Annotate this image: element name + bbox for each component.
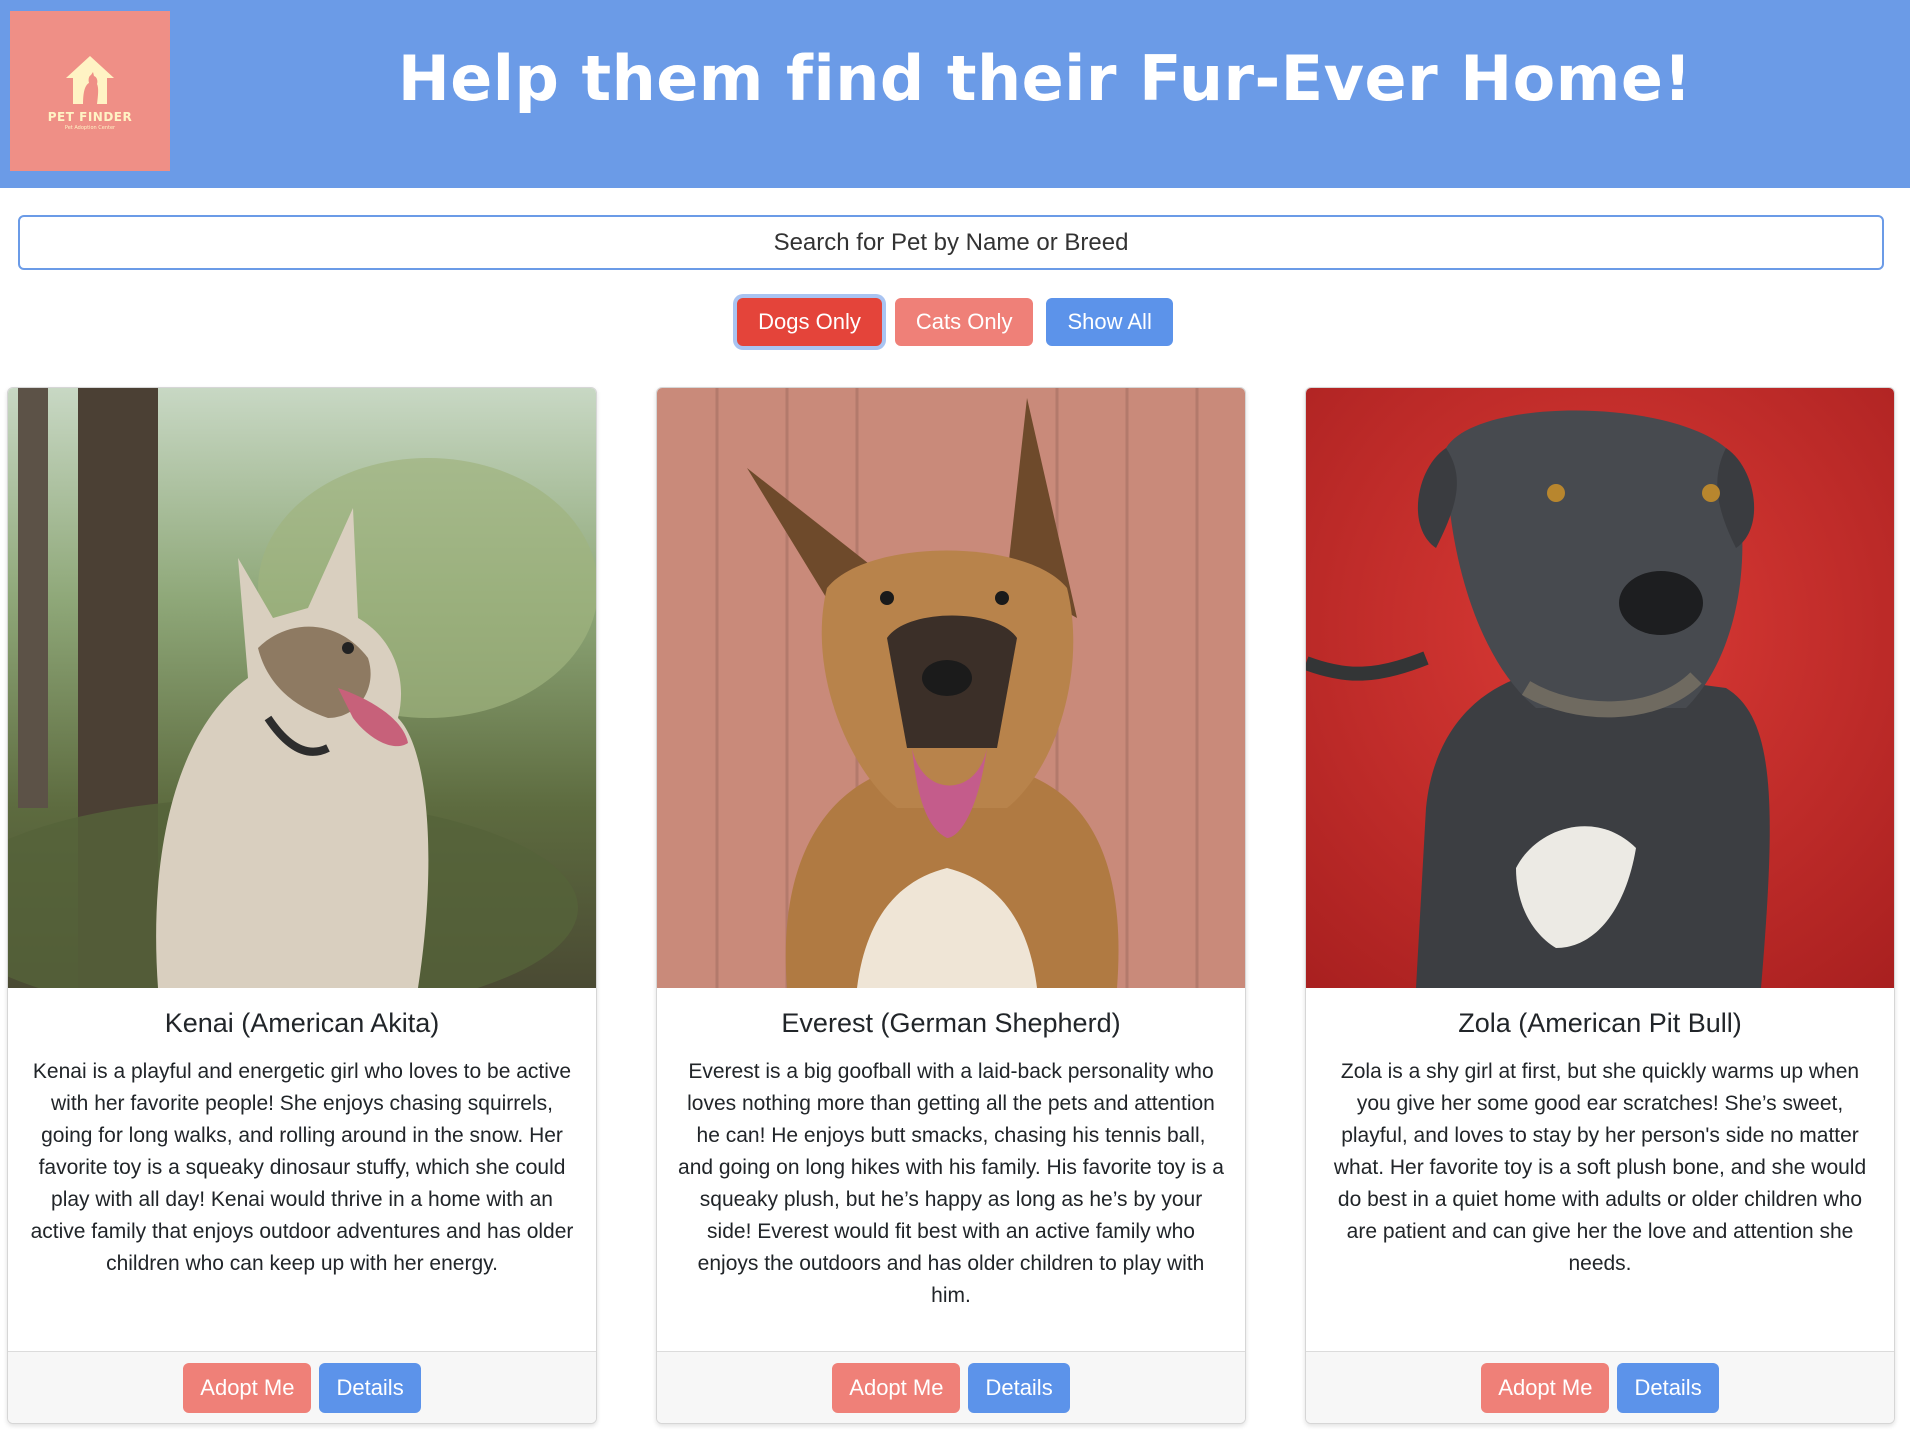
pet-title: Zola (American Pit Bull) xyxy=(1458,1008,1742,1038)
pet-description: Zola is a shy girl at first, but she qui… xyxy=(1333,1060,1867,1275)
details-button[interactable]: Details xyxy=(968,1362,1070,1413)
house-pet-icon xyxy=(66,55,114,104)
pet-card-zola: Zola (American Pit Bull) Zola is a shy g… xyxy=(1305,387,1895,1424)
filter-button-group: Dogs Only Cats Only Show All xyxy=(0,298,1910,346)
pet-finder-logo[interactable]: PET FINDER Pet Adoption Center xyxy=(10,11,170,171)
adopt-me-button[interactable]: Adopt Me xyxy=(832,1362,961,1413)
pet-title: Everest (German Shepherd) xyxy=(781,1008,1121,1038)
pet-card-everest: Everest (German Shepherd) Everest is a b… xyxy=(656,387,1246,1424)
details-button[interactable]: Details xyxy=(1617,1362,1719,1413)
pet-card-kenai: Kenai (American Akita) Kenai is a playfu… xyxy=(7,387,597,1424)
details-button[interactable]: Details xyxy=(319,1362,421,1413)
pet-title: Kenai (American Akita) xyxy=(164,1008,440,1038)
cats-only-button[interactable]: Cats Only xyxy=(894,298,1034,346)
page-headline: Help them find their Fur-Ever Home! xyxy=(397,42,1693,115)
card-footer: Adopt Me Details xyxy=(8,1351,596,1423)
logo-subtitle: Pet Adoption Center xyxy=(64,124,116,131)
card-footer: Adopt Me Details xyxy=(1306,1351,1894,1423)
dogs-only-button[interactable]: Dogs Only xyxy=(737,298,882,346)
pet-photo-everest xyxy=(657,388,1245,988)
pet-search-input[interactable] xyxy=(18,215,1884,270)
adopt-me-button[interactable]: Adopt Me xyxy=(183,1362,312,1413)
pet-description: Kenai is a playful and energetic girl wh… xyxy=(30,1060,574,1275)
show-all-button[interactable]: Show All xyxy=(1046,298,1173,346)
pet-description: Everest is a big goofball with a laid-ba… xyxy=(678,1060,1224,1307)
site-header: PET FINDER Pet Adoption Center Help them… xyxy=(0,0,1910,188)
pet-photo-zola xyxy=(1306,388,1894,988)
pet-photo-kenai xyxy=(8,388,596,988)
adopt-me-button[interactable]: Adopt Me xyxy=(1481,1362,1610,1413)
card-footer: Adopt Me Details xyxy=(657,1351,1245,1423)
logo-title: PET FINDER xyxy=(47,109,133,124)
